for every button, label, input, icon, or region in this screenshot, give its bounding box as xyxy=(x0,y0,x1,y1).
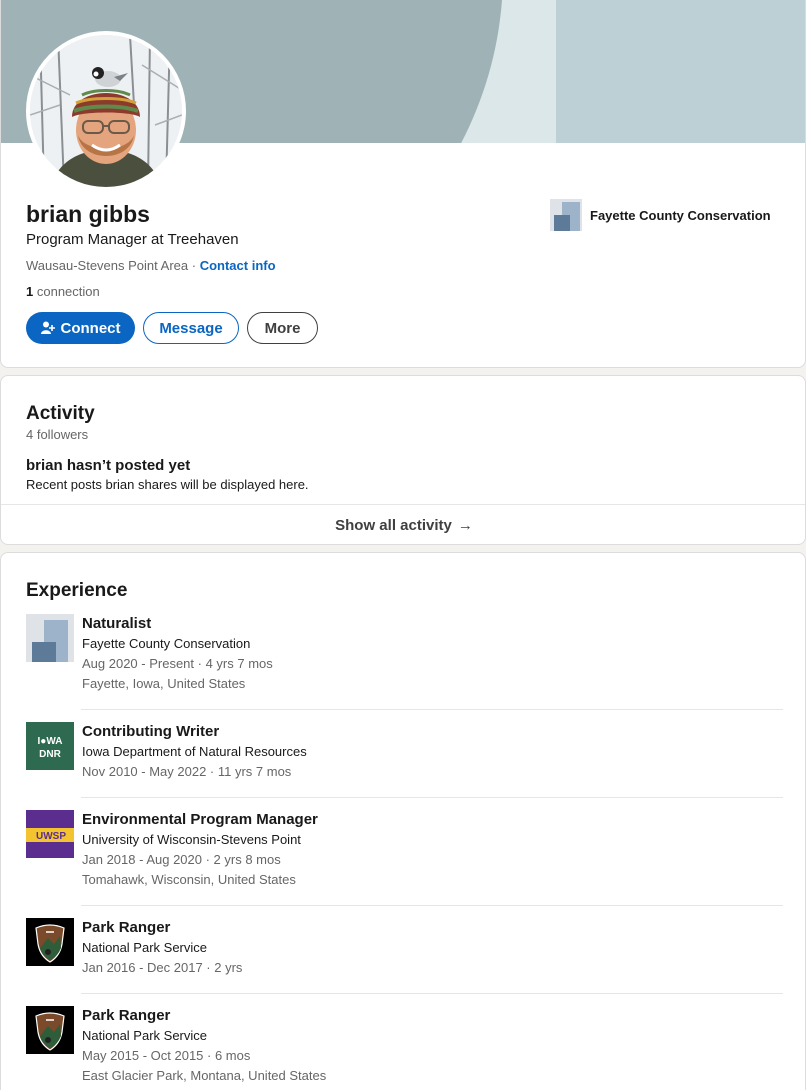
current-company-name: Fayette County Conservation xyxy=(590,207,771,223)
show-all-label: Show all activity xyxy=(335,517,452,534)
company-logo-icon xyxy=(550,199,582,231)
no-posts-title: brian hasn’t posted yet xyxy=(26,457,191,474)
divider xyxy=(81,905,783,906)
dnr-logo-text: DNR xyxy=(39,749,61,760)
nps-arrowhead-logo-icon xyxy=(26,1006,74,1054)
experience-title-text: Park Ranger xyxy=(82,1007,171,1024)
uwsp-logo-text: UWSP xyxy=(36,831,66,842)
experience-details: Park Ranger National Park Service May 20… xyxy=(82,1006,326,1086)
experience-org: Iowa Department of Natural Resources xyxy=(82,744,307,759)
followers-count[interactable]: 4 followers xyxy=(26,427,88,442)
connections-number: 1 xyxy=(26,284,34,299)
experience-title-text: Environmental Program Manager xyxy=(82,811,318,828)
profile-headline: Program Manager at Treehaven xyxy=(26,231,239,248)
experience-dates: May 2015 - Oct 2015 · 6 mos xyxy=(82,1048,251,1063)
avatar-photo xyxy=(30,35,182,187)
nps-arrowhead-logo-icon xyxy=(26,918,74,966)
connections-label: connection xyxy=(36,284,100,299)
iowa-logo-text: I●WA xyxy=(38,736,63,747)
profile-location: Wausau-Stevens Point Area xyxy=(26,258,189,273)
current-company-link[interactable]: Fayette County Conservation xyxy=(550,199,771,231)
experience-title-text: Park Ranger xyxy=(82,919,171,936)
more-button[interactable]: More xyxy=(247,312,318,344)
experience-dates: Jan 2016 - Dec 2017 · 2 yrs xyxy=(82,960,243,975)
experience-dates: Nov 2010 - May 2022 · 11 yrs 7 mos xyxy=(82,764,292,779)
experience-title-text: Naturalist xyxy=(82,615,152,632)
add-person-icon xyxy=(40,321,55,335)
profile-card: brian gibbs Program Manager at Treehaven… xyxy=(0,0,806,368)
iowa-dnr-logo-icon: I●WA DNR xyxy=(26,722,74,770)
divider xyxy=(81,797,783,798)
message-button[interactable]: Message xyxy=(143,312,239,344)
no-posts-subtitle: Recent posts brian shares will be displa… xyxy=(26,477,309,492)
connect-label: Connect xyxy=(60,319,121,337)
separator-dot: · xyxy=(191,258,197,273)
activity-card: Activity 4 followers brian hasn’t posted… xyxy=(0,375,806,545)
experience-details: Naturalist Fayette County Conservation A… xyxy=(82,614,273,694)
experience-org: National Park Service xyxy=(82,1028,207,1043)
experience-location: Tomahawk, Wisconsin, United States xyxy=(82,872,296,887)
arrow-right-icon: → xyxy=(457,517,473,534)
experience-details: Park Ranger National Park Service Jan 20… xyxy=(82,918,242,978)
contact-info-link[interactable]: Contact info xyxy=(200,258,276,273)
activity-title: Activity xyxy=(26,403,95,424)
experience-org: National Park Service xyxy=(82,940,207,955)
divider xyxy=(81,709,783,710)
placeholder-company-logo-icon xyxy=(26,614,74,662)
experience-details: Contributing Writer Iowa Department of N… xyxy=(82,722,307,782)
experience-org: University of Wisconsin-Stevens Point xyxy=(82,832,301,847)
avatar[interactable] xyxy=(26,31,186,191)
connect-button[interactable]: Connect xyxy=(26,312,135,344)
experience-title: Experience xyxy=(26,580,128,601)
experience-location: Fayette, Iowa, United States xyxy=(82,676,246,691)
show-all-activity-button[interactable]: Show all activity → xyxy=(1,504,805,544)
location-line: Wausau-Stevens Point Area · Contact info xyxy=(26,258,276,273)
experience-dates: Aug 2020 - Present · 4 yrs 7 mos xyxy=(82,656,273,671)
divider xyxy=(81,993,783,994)
experience-location: East Glacier Park, Montana, United State… xyxy=(82,1068,327,1083)
experience-dates: Jan 2018 - Aug 2020 · 2 yrs 8 mos xyxy=(82,852,281,867)
experience-card: Experience Naturalist Fayette County Con… xyxy=(0,552,806,1090)
experience-org: Fayette County Conservation xyxy=(82,636,251,651)
connections-count[interactable]: 1 connection xyxy=(26,284,100,299)
experience-title-text: Contributing Writer xyxy=(82,723,220,740)
profile-name: brian gibbs xyxy=(26,201,150,227)
uwsp-logo-icon: UWSP xyxy=(26,810,74,858)
experience-details: Environmental Program Manager University… xyxy=(82,810,318,890)
